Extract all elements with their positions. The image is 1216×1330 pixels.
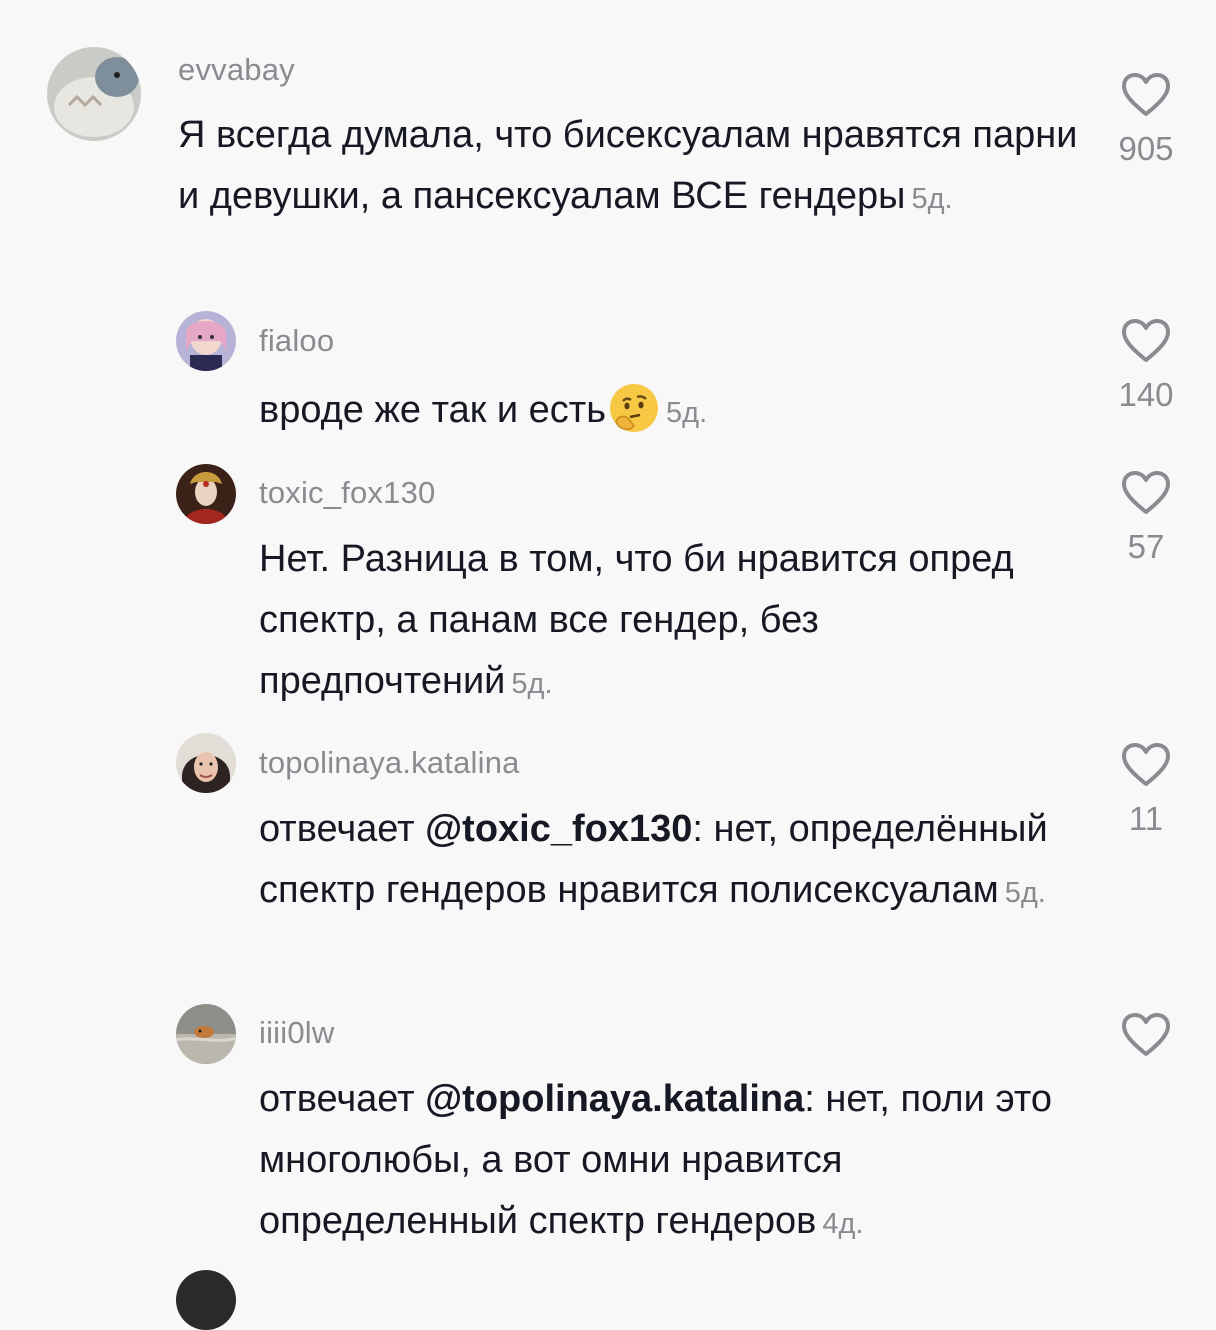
comment-age: 5д. [511, 668, 553, 700]
comment-age: 4д. [822, 1208, 864, 1240]
like-button[interactable]: 905 [1096, 72, 1196, 168]
avatar[interactable] [176, 464, 236, 524]
comment-body: Нет. Разница в том, что би нравится опре… [259, 538, 1014, 702]
like-button[interactable]: 140 [1096, 318, 1196, 414]
comment-age: 5д. [911, 183, 953, 215]
comment-username[interactable]: evvabay [178, 52, 295, 88]
comment-body: вроде же так и есть [259, 389, 607, 431]
mention-link[interactable]: @topolinaya.katalina [425, 1078, 804, 1120]
comment-age: 5д. [666, 397, 708, 429]
comment-username[interactable]: fialoo [259, 323, 334, 359]
avatar[interactable] [176, 733, 236, 793]
comment-text: отвечает @toxic_fox130: нет, определённы… [259, 799, 1059, 924]
comment-age: 5д. [1004, 877, 1046, 909]
reply-prefix: отвечает [259, 808, 426, 850]
comment-text: отвечает @topolinaya.katalina: нет, поли… [259, 1069, 1079, 1255]
thinking-face-icon [610, 384, 659, 432]
heart-icon [1122, 1013, 1170, 1056]
like-count: 905 [1118, 130, 1174, 167]
like-count: 57 [1127, 528, 1165, 565]
heart-icon [1122, 73, 1170, 116]
like-count: 140 [1118, 376, 1174, 413]
comment-text: вроде же так и есть 5д. [259, 380, 1079, 444]
like-button[interactable] [1096, 1012, 1196, 1070]
like-button[interactable]: 57 [1096, 470, 1196, 566]
heart-icon [1122, 471, 1170, 514]
avatar[interactable] [176, 1270, 236, 1330]
heart-icon [1122, 743, 1170, 786]
comment-username[interactable]: topolinaya.katalina [259, 745, 520, 781]
comment-text: Нет. Разница в том, что би нравится опре… [259, 529, 1059, 715]
avatar[interactable] [47, 47, 141, 141]
mention-link[interactable]: @toxic_fox130 [425, 808, 692, 850]
like-count: 11 [1128, 800, 1164, 837]
avatar[interactable] [176, 311, 236, 371]
comment-text: Я всегда думала, что бисексуалам нравятс… [178, 105, 1078, 230]
heart-icon [1122, 319, 1170, 362]
reply-prefix: отвечает [259, 1078, 426, 1120]
avatar[interactable] [176, 1004, 236, 1064]
comment-username[interactable]: toxic_fox130 [259, 475, 435, 511]
comment-username[interactable]: iiii0lw [259, 1015, 334, 1051]
like-button[interactable]: 11 [1096, 742, 1196, 838]
